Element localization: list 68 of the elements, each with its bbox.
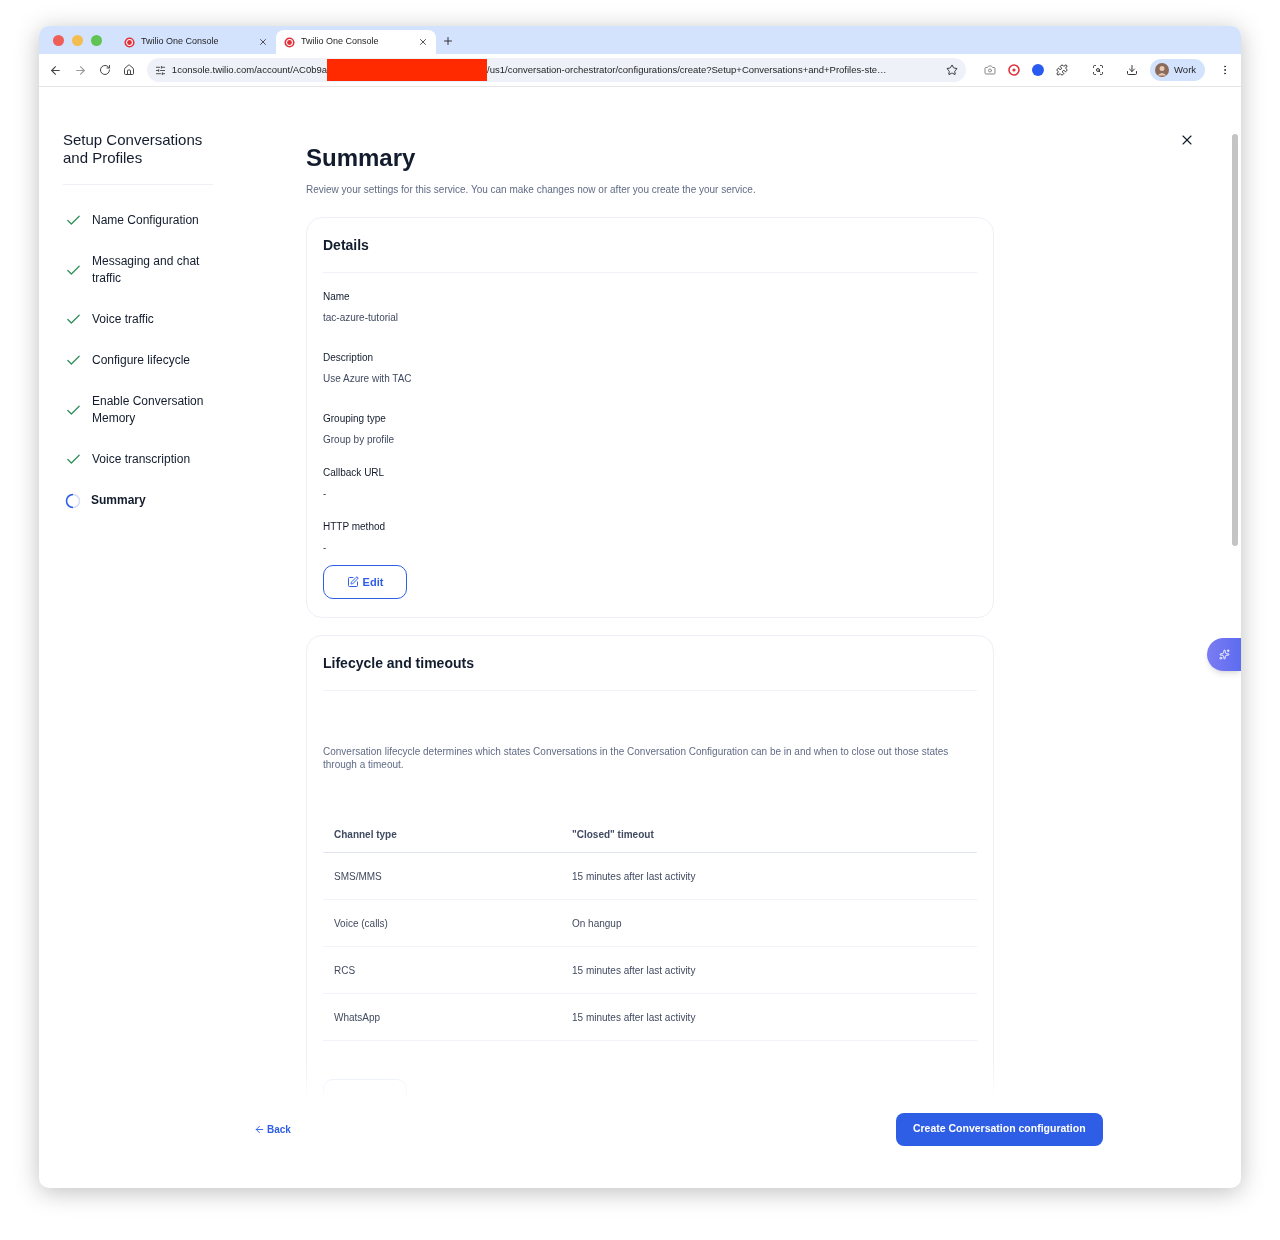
table-cell-text: Voice (calls) [334, 916, 389, 931]
extension-icon[interactable] [1032, 64, 1045, 76]
field-value: tac-azure-tutorial [323, 311, 400, 325]
url-text: 1console.twilio.com/account/AC0b9a [171, 62, 328, 77]
url-text: /us1/conversation-orchestrator/configurations/create?Setup+Conversations+and+Profiles-ste… [487, 62, 888, 77]
create-button[interactable]: Create Conversation configuration [895, 1112, 1103, 1146]
field-label: Name [323, 290, 351, 304]
table-cell-text: RCS [334, 963, 357, 978]
table-cell-text: WhatsApp [334, 1010, 382, 1025]
back-arrow-icon [254, 1123, 265, 1135]
home-icon[interactable] [122, 64, 135, 76]
field-label: Grouping type [323, 412, 387, 426]
step-label[interactable]: Messaging and chat traffic [92, 253, 204, 287]
download-icon[interactable] [1126, 64, 1139, 76]
close-tab-icon[interactable] [258, 37, 268, 47]
field-label: Callback URL [323, 466, 386, 480]
page-title: Summary [306, 144, 417, 172]
lifecycle-description: Conversation lifecycle determines which states Conversations in the Conversation Configuration can be in and when to close out those states through a timeout. [323, 745, 950, 771]
extensions-icon[interactable] [1056, 64, 1069, 76]
reload-icon[interactable] [98, 64, 111, 76]
sparkle-icon [1218, 649, 1230, 660]
field-label: Description [323, 351, 375, 365]
forward-icon[interactable] [73, 63, 87, 77]
profile-name: Work [1174, 62, 1197, 77]
column-header: Channel type [334, 828, 398, 842]
site-settings-icon[interactable] [154, 64, 166, 76]
favicon-icon [124, 36, 135, 48]
card-title: Details [323, 235, 977, 273]
sidebar-title: Setup Conversations and Profiles [63, 131, 213, 185]
bookmark-star-icon[interactable] [946, 64, 959, 76]
table-cell-text: 15 minutes after last activity [572, 963, 696, 978]
card-title: Lifecycle and timeouts [323, 653, 977, 691]
field-value: - [323, 541, 328, 555]
tab-title: Twilio One Console [141, 35, 220, 49]
favicon-icon [284, 36, 295, 48]
edit-button[interactable]: Edit [323, 565, 407, 599]
step-label[interactable]: Voice transcription [92, 451, 191, 468]
page-subtitle: Review your settings for this service. You can make changes now or after you create the your service. [306, 183, 757, 197]
extension-icon[interactable] [1008, 64, 1021, 76]
browser-tab[interactable]: Twilio One Console [276, 30, 436, 54]
back-link[interactable]: Back [254, 1121, 291, 1137]
column-header: "Closed" timeout [572, 828, 654, 842]
field-label: HTTP method [323, 520, 387, 534]
step-label[interactable]: Configure lifecycle [92, 352, 191, 369]
assistant-button[interactable] [1207, 638, 1241, 671]
close-window-icon[interactable] [53, 34, 64, 46]
camera-icon[interactable] [984, 64, 997, 76]
step-label[interactable]: Enable Conversation Memory [92, 393, 204, 427]
back-icon[interactable] [49, 63, 62, 77]
table-cell-text: SMS/MMS [334, 869, 383, 884]
new-tab-icon[interactable] [442, 35, 454, 47]
field-value: Group by profile [323, 433, 396, 447]
table-cell-text: On hangup [572, 916, 622, 931]
step-label[interactable]: Name Configuration [92, 212, 199, 229]
tab-title: Twilio One Console [301, 35, 380, 49]
search-tab-icon[interactable] [1092, 64, 1105, 76]
address-bar[interactable]: 1console.twilio.com/account/AC0b9a /us1/conversation-orchestrator/configurations/create?Setup+Conversations+and+Profiles-ste… [146, 58, 967, 82]
avatar-icon [1155, 63, 1170, 77]
profile-button[interactable]: Work [1150, 59, 1206, 81]
step-label[interactable]: Voice traffic [92, 311, 154, 328]
table-cell-text: 15 minutes after last activity [572, 1010, 696, 1025]
step-label[interactable]: Summary [91, 492, 146, 509]
close-tab-icon[interactable] [418, 37, 428, 47]
field-value: - [323, 487, 328, 501]
field-value: Use Azure with TAC [323, 372, 413, 386]
table-cell-text: 15 minutes after last activity [572, 869, 696, 884]
browser-tab[interactable]: Twilio One Console [116, 30, 276, 54]
edit-icon [346, 576, 359, 588]
